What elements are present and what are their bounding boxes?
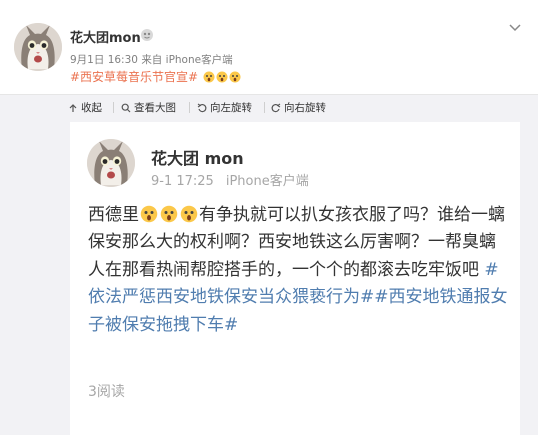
topic-line: #西安草莓音乐节官宣#: [70, 68, 241, 85]
collapse-icon: [69, 103, 77, 112]
scream-emoji-icon: [203, 71, 215, 83]
toolbar-divider: [189, 102, 190, 113]
screenshot-meta: 9-1 17:25 iPhone客户端: [151, 170, 309, 189]
weibo-post: 花大团mon 9月1日 16:30 来自 iPhone客户端 #西安草莓音乐节官…: [0, 0, 538, 435]
rotate-right-icon: [271, 103, 281, 112]
view-large-button[interactable]: 查看大图: [121, 100, 176, 115]
screenshot-client: iPhone客户端: [225, 174, 309, 189]
view-large-label: 查看大图: [134, 102, 176, 114]
scream-emoji-icon: [216, 71, 228, 83]
scream-emoji-icon: [160, 205, 178, 223]
scream-emoji-icon: [229, 71, 241, 83]
embedded-screenshot[interactable]: 花大团 mon 9-1 17:25 iPhone客户端 西德里 有争执就可以扒女孩衣…: [70, 122, 520, 435]
screenshot-body: 西德里 有争执就可以扒女孩衣服了吗？谁给一螭保安那么大的权利啊？西安地铁这么厉害啊…: [88, 202, 510, 339]
post-meta: 9月1日 16:30 来自 iPhone客户端: [70, 52, 233, 67]
avatar[interactable]: [14, 23, 62, 71]
scream-emoji-icon: [140, 205, 158, 223]
rotate-left-icon: [197, 103, 207, 112]
image-toolbar: 收起 查看大图 向左旋转 向右旋转: [0, 94, 538, 119]
screenshot-username: 花大团 mon: [151, 149, 244, 168]
scream-emoji-icon: [180, 205, 198, 223]
rotate-right-button[interactable]: 向右旋转: [271, 100, 326, 115]
rotate-left-button[interactable]: 向左旋转: [197, 100, 252, 115]
chevron-down-icon[interactable]: [508, 20, 522, 34]
topic-link[interactable]: #西安草莓音乐节官宣#: [70, 70, 198, 84]
username[interactable]: 花大团mon: [70, 27, 141, 46]
search-icon: [121, 103, 131, 112]
user-level-icon: [141, 29, 153, 41]
rotate-left-label: 向左旋转: [210, 102, 252, 114]
rotate-right-label: 向右旋转: [284, 102, 326, 114]
toolbar-divider: [264, 102, 265, 113]
read-count: 3阅读: [88, 384, 125, 400]
body-text-start: 西德里: [88, 205, 139, 225]
post-time[interactable]: 9月1日 16:30: [70, 54, 138, 66]
post-source: 来自 iPhone客户端: [141, 54, 233, 66]
collapse-button[interactable]: 收起: [68, 100, 102, 115]
avatar: [87, 139, 135, 187]
toolbar-divider: [113, 102, 114, 113]
screenshot-date: 9-1 17:25: [151, 174, 214, 189]
collapse-label: 收起: [81, 102, 102, 114]
